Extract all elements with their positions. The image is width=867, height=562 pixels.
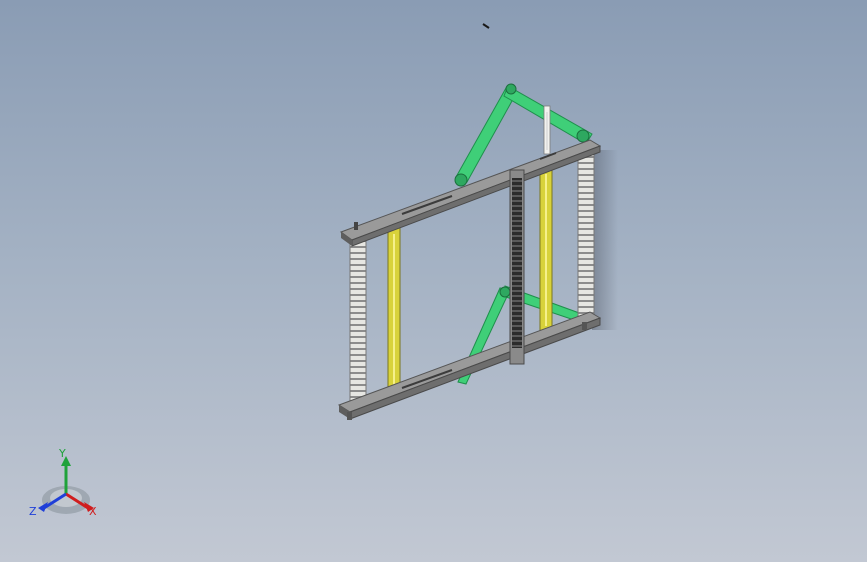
x-axis-label: X (89, 505, 97, 518)
lead-screw[interactable] (509, 169, 525, 365)
z-axis-label: Z (29, 505, 37, 518)
y-axis-label: Y (59, 447, 66, 460)
view-orientation-triad[interactable]: Y Z X (26, 448, 106, 528)
left-rack-post[interactable] (349, 239, 367, 411)
rack-shadow (592, 150, 618, 330)
stray-marker (482, 23, 490, 29)
graphics-viewport[interactable]: Y Z X (0, 0, 867, 562)
bottom-crossbar[interactable] (337, 311, 602, 420)
right-rack-post[interactable] (577, 147, 595, 317)
frame-assembly-model[interactable] (0, 0, 867, 562)
right-spring-bar[interactable] (539, 167, 553, 333)
left-spring-bar[interactable] (387, 227, 401, 397)
